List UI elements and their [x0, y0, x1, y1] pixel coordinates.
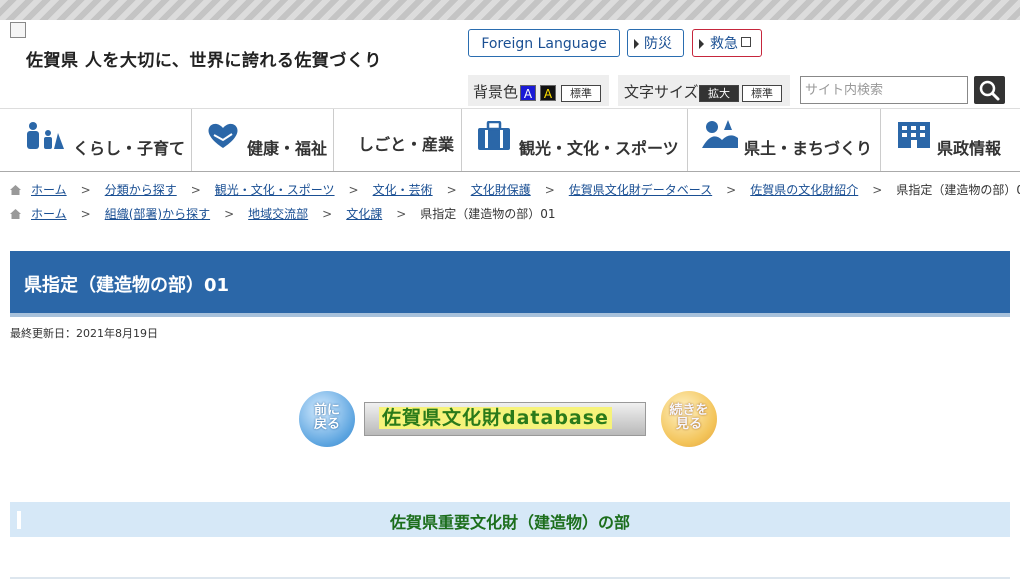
nav-item-kurashi[interactable]: くらし・子育て: [0, 109, 192, 171]
database-banner[interactable]: 佐賀県文化財database: [364, 402, 646, 436]
breadcrumb-separator: >: [190, 183, 201, 197]
divider: [10, 577, 1010, 579]
nav-label: 県政情報: [937, 139, 1002, 158]
nav-label: くらし・子育て: [73, 139, 186, 158]
font-enlarge-button[interactable]: 拡大: [699, 85, 739, 102]
breadcrumb-separator: >: [80, 207, 91, 221]
breadcrumb-link[interactable]: 佐賀県の文化財紹介: [750, 183, 858, 197]
nav-item-kensei[interactable]: 県政情報: [881, 109, 1020, 171]
breadcrumb-separator: >: [396, 207, 407, 221]
kyukyu-label: 救急: [710, 36, 738, 52]
breadcrumb-link[interactable]: 文化・芸術: [373, 183, 433, 197]
nav-label: しごと・産業: [358, 135, 455, 154]
triangle-icon: [634, 39, 639, 49]
site-title[interactable]: 佐賀県 人を大切に、世界に誇れる佐賀づくり: [26, 46, 382, 71]
prev-button[interactable]: 前に 戻る: [299, 391, 355, 447]
bousai-label: 防災: [644, 36, 672, 52]
last-updated: 最終更新日：2021年8月19日: [10, 327, 158, 340]
home-icon: [10, 209, 21, 219]
family-icon: [27, 122, 64, 149]
global-nav: くらし・子育て 健康・福祉 しごと・産業 観光・文化・スポーツ 県土・まちづくり: [0, 108, 1020, 172]
foreign-language-button[interactable]: Foreign Language: [468, 29, 620, 57]
section-heading: 佐賀県重要文化財（建造物）の部: [389, 513, 630, 532]
nav-item-shigoto[interactable]: しごと・産業: [334, 109, 462, 171]
nav-label: 県土・まちづくり: [744, 139, 873, 158]
breadcrumb-link[interactable]: 分類から探す: [105, 183, 177, 197]
breadcrumb-separator: >: [322, 207, 333, 221]
bg-yellow-button[interactable]: A: [540, 85, 556, 101]
breadcrumb-link[interactable]: 地域交流部: [248, 207, 308, 221]
external-link-icon: [741, 37, 751, 47]
nav-label: 健康・福祉: [247, 139, 328, 158]
next-label-line1: 続きを: [669, 403, 709, 418]
breadcrumb: ホーム > 分類から探す > 観光・文化・スポーツ > 文化・芸術 > 文化財保護 > 佐賀県文化財…: [10, 181, 1020, 198]
breadcrumb-separator: >: [224, 207, 235, 221]
heart-hands-icon: [208, 123, 238, 148]
breadcrumb: ホーム > 組織(部署)から探す > 地域交流部 > 文化課 > 県指定（建造物の部）01: [10, 205, 556, 222]
top-pattern-band: [0, 0, 1020, 20]
breadcrumb-separator: >: [872, 183, 883, 197]
search-button[interactable]: [974, 76, 1005, 104]
breadcrumb-separator: >: [726, 183, 737, 197]
font-size-switcher: 文字サイズ 拡大 標準: [618, 75, 790, 106]
font-size-label: 文字サイズ: [624, 83, 699, 101]
nav-label: 観光・文化・スポーツ: [519, 139, 679, 158]
nav-item-kankou[interactable]: 観光・文化・スポーツ: [462, 109, 688, 171]
breadcrumb-current: 県指定（建造物の部）01: [896, 183, 1020, 197]
breadcrumb-separator: >: [446, 183, 457, 197]
bg-standard-button[interactable]: 標準: [561, 85, 601, 102]
breadcrumb-link[interactable]: 文化財保護: [471, 183, 531, 197]
page-title: 県指定（建造物の部）01: [24, 275, 230, 296]
kyukyu-button[interactable]: 救急: [692, 29, 762, 57]
prev-label-line1: 前に: [313, 403, 340, 418]
luggage-icon: [478, 121, 510, 150]
background-color-switcher: 背景色 A A 標準: [468, 75, 609, 106]
breadcrumb-separator: >: [80, 183, 91, 197]
bg-color-label: 背景色: [473, 83, 519, 101]
database-banner-title: 佐賀県文化財database: [379, 407, 612, 429]
breadcrumb-link[interactable]: ホーム: [31, 183, 67, 197]
prev-label-line2: 戻る: [313, 417, 340, 432]
bg-blue-button[interactable]: A: [520, 85, 536, 101]
breadcrumb-separator: >: [348, 183, 359, 197]
section-heading-band: 佐賀県重要文化財（建造物）の部: [10, 502, 1010, 537]
triangle-icon: [699, 39, 704, 49]
breadcrumb-link[interactable]: 文化課: [346, 207, 382, 221]
breadcrumb-link[interactable]: 佐賀県文化財データベース: [569, 183, 712, 197]
page-title-band: 県指定（建造物の部）01: [10, 251, 1010, 317]
breadcrumb-link[interactable]: 組織(部署)から探す: [105, 207, 210, 221]
next-label-line2: 見る: [675, 417, 702, 432]
breadcrumb-link[interactable]: ホーム: [31, 207, 67, 221]
building-icon: [898, 122, 930, 148]
breadcrumb-current: 県指定（建造物の部）01: [420, 207, 556, 221]
search-icon: [979, 80, 1000, 101]
prefecture-logo[interactable]: [10, 22, 26, 38]
nav-item-kendo[interactable]: 県土・まちづくり: [688, 109, 881, 171]
font-standard-button[interactable]: 標準: [742, 85, 782, 102]
home-icon: [10, 185, 21, 195]
next-button[interactable]: 続きを 見る: [661, 391, 717, 447]
bousai-button[interactable]: 防災: [627, 29, 684, 57]
nav-item-kenkou[interactable]: 健康・福祉: [192, 109, 334, 171]
breadcrumb-link[interactable]: 観光・文化・スポーツ: [215, 183, 335, 197]
site-search-input[interactable]: [800, 76, 968, 104]
landscape-icon: [702, 120, 738, 148]
breadcrumb-separator: >: [544, 183, 555, 197]
